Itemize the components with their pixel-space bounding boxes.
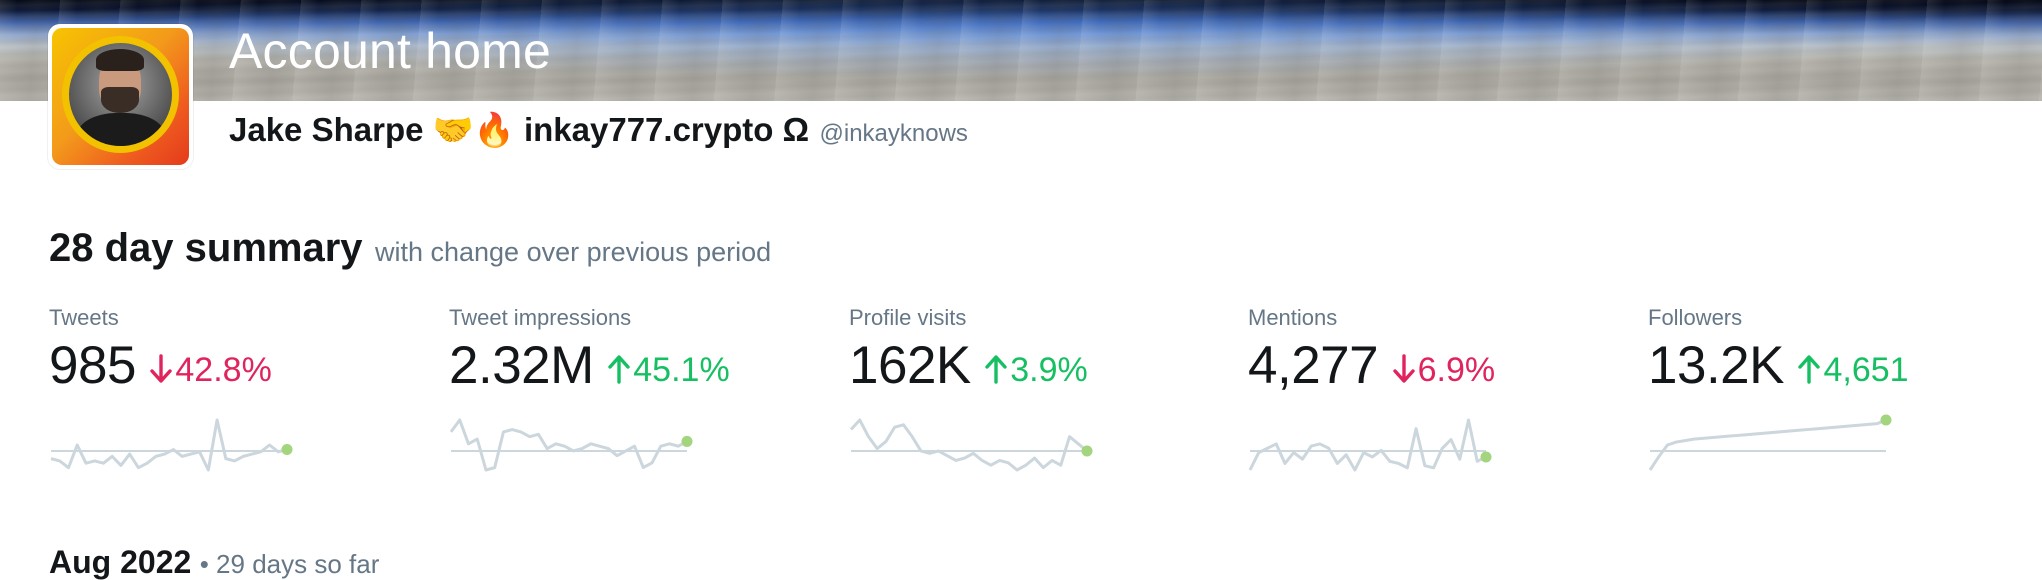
stat-change: 3.9% (985, 353, 1088, 387)
avatar-beard (101, 87, 139, 113)
sparkline-series (50, 418, 288, 472)
sparkline-endpoint (1880, 414, 1892, 426)
arrow-up-icon (1798, 355, 1821, 384)
stat-label: Profile visits (849, 305, 967, 330)
summary-title: 28 day summary (49, 226, 363, 270)
month-heading: Aug 2022 • 29 days so far (49, 546, 379, 578)
arrow-up-icon (985, 355, 1007, 384)
avatar-photo (69, 43, 172, 146)
stat-change: 6.9% (1392, 351, 1496, 389)
stat-value: 985 (49, 336, 136, 395)
stat-change-value: 42.8% (175, 351, 272, 389)
sparkline-endpoint (1480, 451, 1492, 463)
avatar-image (52, 28, 189, 165)
sparkline-chart (1648, 414, 1892, 471)
stat-change: 42.8% (150, 351, 272, 389)
user-handle[interactable]: @inkayknows (820, 120, 968, 147)
stat-tweet-impressions: Tweet impressions 2.32M 45.1% (449, 305, 829, 472)
summary-heading: 28 day summary with change over previous… (49, 228, 771, 268)
display-name[interactable]: Jake Sharpe 🤝🔥 inkay777.crypto Ω (229, 111, 809, 148)
stat-followers: Followers 13.2K 4,651 (1648, 305, 2028, 471)
sparkline-series (1648, 418, 1887, 471)
arrow-up-icon (608, 355, 630, 384)
avatar[interactable] (48, 24, 193, 169)
sparkline-endpoint (281, 444, 293, 456)
stat-profile-visits: Profile visits 162K 3.9% (849, 305, 1229, 472)
stat-label: Tweet impressions (449, 305, 632, 330)
stat-tweets: Tweets 985 42.8% (49, 305, 429, 472)
sparkline-series (449, 418, 688, 472)
sparkline-endpoint (681, 435, 693, 447)
sparkline-chart (1248, 418, 1492, 472)
sparkline-endpoint (1081, 445, 1093, 457)
stat-mentions: Mentions 4,277 6.9% (1248, 305, 1628, 472)
sparkline-chart (449, 418, 693, 472)
stat-change-value: 4,651 (1823, 351, 1909, 389)
stat-value: 162K (849, 336, 971, 395)
sparkline-series (849, 418, 1088, 472)
stat-label: Followers (1648, 305, 1743, 330)
sparkline-chart (849, 418, 1093, 472)
stat-change-value: 3.9% (1010, 351, 1088, 389)
sparkline-series (1248, 418, 1487, 472)
profile-line: Jake Sharpe 🤝🔥 inkay777.crypto Ω @inkayk… (229, 113, 968, 146)
stat-label: Mentions (1248, 305, 1338, 330)
stat-value: 2.32M (449, 336, 594, 395)
stat-value: 4,277 (1248, 336, 1379, 395)
month-subtitle: • 29 days so far (199, 549, 380, 579)
summary-subtitle: with change over previous period (374, 237, 772, 267)
arrow-down-icon (1392, 354, 1415, 383)
arrow-down-icon (150, 354, 173, 383)
stat-change-value: 6.9% (1417, 351, 1496, 389)
sparkline-chart (50, 418, 293, 472)
stat-label: Tweets (49, 305, 119, 330)
avatar-hair (96, 49, 144, 71)
stat-change-value: 45.1% (633, 351, 730, 389)
stat-change: 45.1% (608, 351, 730, 389)
stat-change: 4,651 (1798, 351, 1909, 389)
stat-value: 13.2K (1648, 336, 1785, 395)
month-title: Aug 2022 (49, 544, 192, 580)
page-title: Account home (229, 23, 552, 79)
avatar-jacket (77, 113, 165, 146)
